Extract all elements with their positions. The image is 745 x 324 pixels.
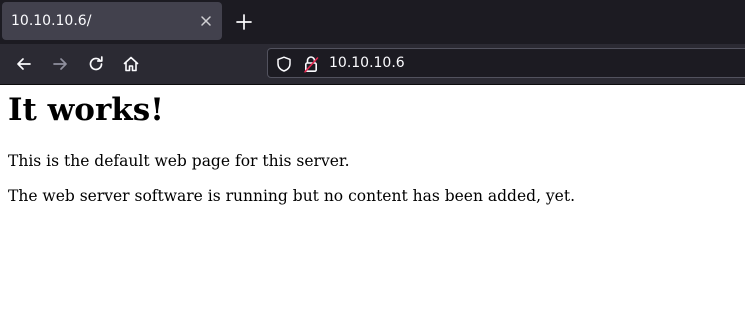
close-icon[interactable] bbox=[198, 13, 214, 29]
arrow-left-icon[interactable] bbox=[14, 54, 34, 74]
page-heading: It works! bbox=[8, 92, 164, 128]
page-content: It works! This is the default web page f… bbox=[0, 85, 745, 324]
browser-window: 10.10.10.6/ 10.10.10.6 It works! This is… bbox=[0, 0, 745, 324]
navigation-toolbar: 10.10.10.6 bbox=[0, 44, 745, 85]
paragraph-server-status: The web server software is running but n… bbox=[8, 187, 576, 205]
arrow-right-icon[interactable] bbox=[50, 54, 70, 74]
url-text[interactable]: 10.10.10.6 bbox=[329, 55, 405, 71]
paragraph-default-page: This is the default web page for this se… bbox=[8, 152, 350, 170]
lock-insecure-icon[interactable] bbox=[303, 55, 319, 73]
tab-strip: 10.10.10.6/ bbox=[0, 0, 745, 44]
address-bar[interactable]: 10.10.10.6 bbox=[267, 48, 745, 78]
tab-title: 10.10.10.6/ bbox=[11, 13, 92, 29]
reload-icon[interactable] bbox=[86, 54, 106, 74]
plus-icon[interactable] bbox=[234, 12, 254, 32]
shield-icon[interactable] bbox=[276, 56, 292, 72]
home-icon[interactable] bbox=[121, 54, 141, 74]
tab-active[interactable]: 10.10.10.6/ bbox=[2, 2, 222, 40]
